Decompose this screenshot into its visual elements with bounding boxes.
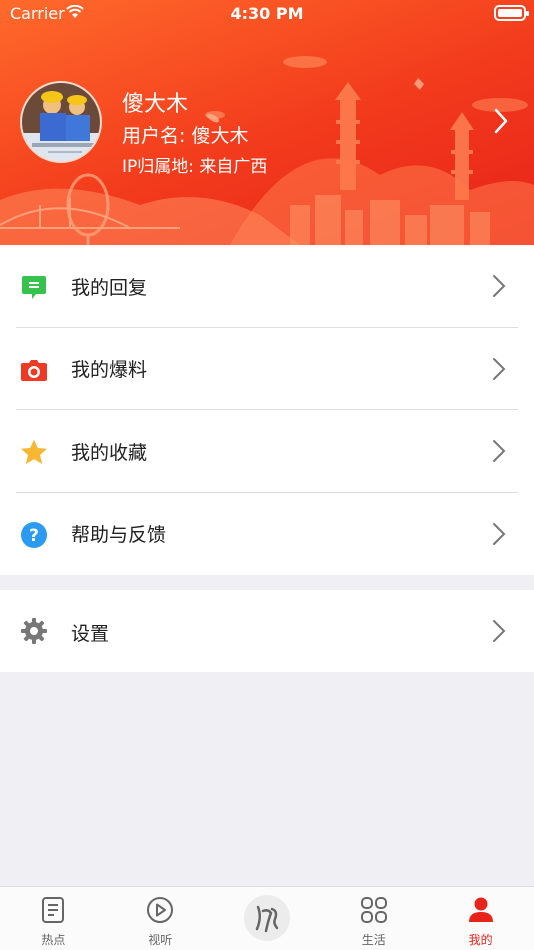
chevron-right-icon (493, 357, 506, 380)
profile-header: Carrier 4:30 PM 傻大木 用户名: 傻大木 IP归属地: 来自广西 (0, 0, 534, 245)
svg-text:?: ? (29, 526, 39, 546)
menu-item-settings[interactable]: 设置 (0, 590, 534, 672)
chevron-right-icon (493, 522, 506, 545)
tab-hot[interactable]: 热点 (0, 887, 107, 950)
star-icon (21, 439, 47, 464)
menu-item-label: 帮助与反馈 (71, 524, 167, 547)
reply-icon (22, 276, 46, 299)
battery-icon (494, 5, 529, 21)
tab-video[interactable]: 视听 (107, 887, 214, 950)
person-icon (468, 897, 493, 922)
chevron-right-icon (493, 275, 506, 297)
tab-label: 我的 (468, 933, 493, 947)
status-time: 4:30 PM (230, 4, 304, 23)
menu-item-help-feedback[interactable]: ? 帮助与反馈 (0, 493, 534, 576)
avatar[interactable] (20, 81, 102, 163)
tab-label: 视听 (148, 933, 173, 947)
grid-icon (360, 897, 387, 923)
camera-icon (21, 359, 47, 381)
menu-item-my-favorites[interactable]: 我的收藏 (0, 410, 534, 493)
tab-mine[interactable]: 我的 (427, 887, 534, 950)
news-icon (42, 897, 65, 923)
tab-label: 生活 (361, 933, 386, 947)
logo-icon (243, 895, 290, 941)
tab-label: 热点 (41, 933, 66, 947)
chevron-right-icon (493, 620, 506, 642)
chevron-right-icon[interactable] (494, 108, 508, 134)
help-icon: ? (21, 521, 47, 548)
gear-icon (21, 618, 47, 644)
tab-home-logo[interactable] (214, 887, 321, 950)
menu-item-my-replies[interactable]: 我的回复 (0, 245, 534, 328)
tab-bar: 热点 视听 生活 我的 (0, 886, 534, 950)
menu-item-label: 我的回复 (71, 276, 148, 299)
ip-location: IP归属地: 来自广西 (122, 157, 268, 177)
menu-item-label: 我的收藏 (71, 441, 148, 464)
settings-label: 设置 (71, 623, 110, 645)
menu-item-label: 我的爆料 (71, 359, 148, 382)
username: 用户名: 傻大木 (122, 125, 249, 147)
play-icon (147, 897, 174, 923)
user-info[interactable]: 傻大木 用户名: 傻大木 IP归属地: 来自广西 (122, 90, 267, 180)
status-bar: Carrier 4:30 PM (0, 0, 534, 28)
calligraphy-logo-icon (255, 905, 279, 933)
chevron-right-icon (493, 440, 506, 462)
menu-item-my-reports[interactable]: 我的爆料 (0, 328, 534, 410)
tab-life[interactable]: 生活 (320, 887, 427, 950)
nickname: 傻大木 (122, 92, 189, 117)
menu-list: 我的回复 我的爆料 我的收藏 ? 帮助与反馈 (0, 245, 534, 575)
